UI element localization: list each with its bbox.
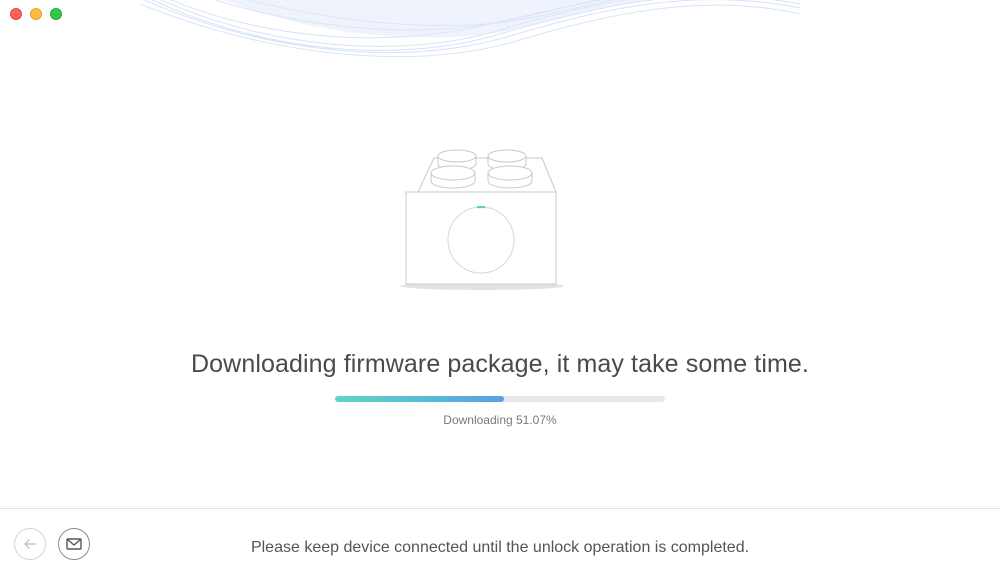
download-progress-label: Downloading 51.07% [443, 413, 557, 427]
status-headline: Downloading firmware package, it may tak… [191, 350, 809, 378]
firmware-package-icon [400, 149, 564, 290]
download-progress-bar [335, 396, 665, 402]
footer-bar: Please keep device connected until the u… [0, 508, 1000, 580]
wave-decoration [140, 0, 800, 58]
minimize-window-button[interactable] [30, 8, 42, 20]
footer-message: Please keep device connected until the u… [250, 539, 750, 556]
app-window: Downloading firmware package, it may tak… [0, 0, 1000, 580]
close-window-button[interactable] [10, 8, 22, 20]
download-progress-fill [335, 396, 504, 402]
maximize-window-button[interactable] [50, 8, 62, 20]
window-controls [10, 8, 62, 20]
